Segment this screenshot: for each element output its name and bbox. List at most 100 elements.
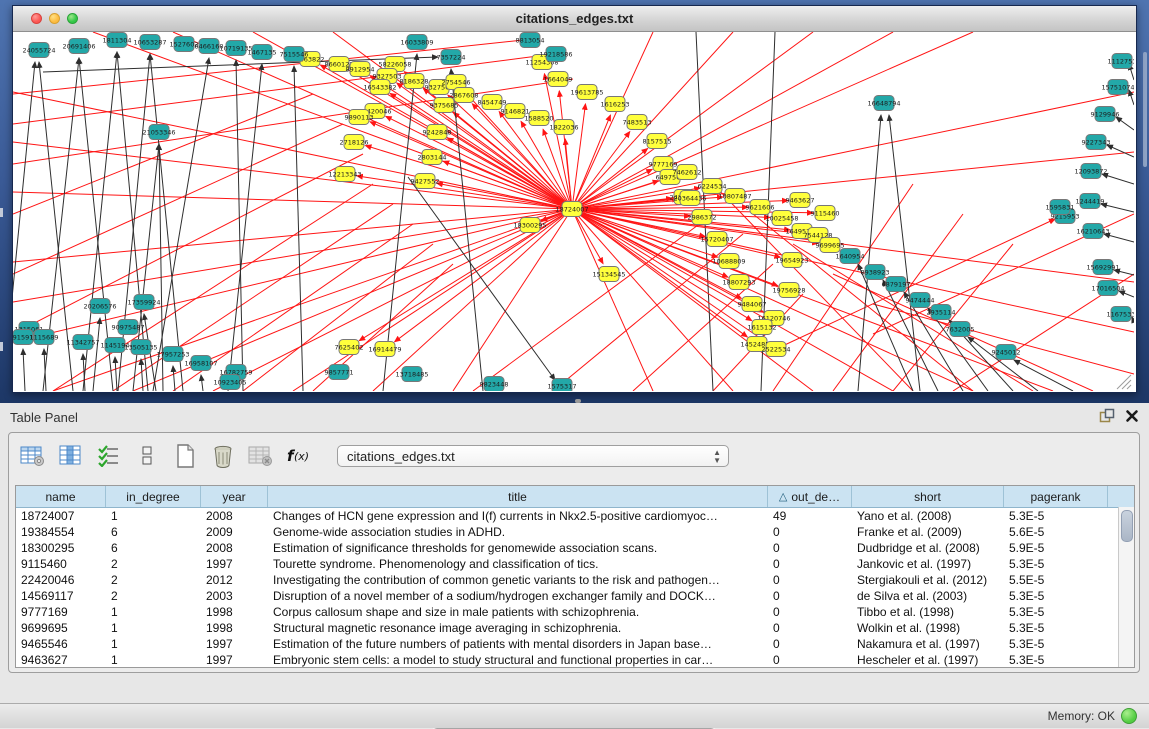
table-cell[interactable]: 6	[106, 540, 201, 556]
close-panel-icon[interactable]	[1125, 409, 1139, 428]
graph-node-teal[interactable]: 21053346	[142, 125, 175, 140]
table-cell[interactable]: Franke et al. (2009)	[852, 524, 1004, 540]
table-cell[interactable]: 0	[768, 556, 852, 572]
graph-node-teal[interactable]: 8938923	[861, 265, 890, 280]
table-cell[interactable]: Yano et al. (2008)	[852, 508, 1004, 524]
graph-node-teal[interactable]: 7515546	[280, 47, 309, 62]
table-cell[interactable]: 0	[768, 604, 852, 620]
graph-node-yellow[interactable]: 1664049	[544, 72, 573, 87]
table-cell[interactable]: 2008	[201, 540, 268, 556]
table-cell[interactable]: Corpus callosum shape and size in male p…	[268, 604, 768, 620]
table-cell[interactable]: 5.3E-5	[1004, 636, 1108, 652]
table-cell[interactable]: 0	[768, 636, 852, 652]
table-cell[interactable]: 0	[768, 540, 852, 556]
graph-node-teal[interactable]: 1595831	[1046, 200, 1075, 215]
table-cell[interactable]: Nakamura et al. (1997)	[852, 636, 1004, 652]
table-cell[interactable]: Structural magnetic resonance image aver…	[268, 620, 768, 636]
table-cell[interactable]: Disruption of a novel member of a sodium…	[268, 588, 768, 604]
show-columns-icon[interactable]	[57, 442, 85, 470]
table-cell[interactable]: 1998	[201, 620, 268, 636]
table-row[interactable]: 1872400712008Changes of HCN gene express…	[16, 508, 1134, 524]
table-cell[interactable]: 18724007	[16, 508, 106, 524]
table-cell[interactable]: 5.6E-5	[1004, 524, 1108, 540]
graph-node-teal[interactable]: 9474444	[906, 293, 935, 308]
graph-node-teal[interactable]: 15692991	[1086, 260, 1119, 275]
table-cell[interactable]: 0	[768, 572, 852, 588]
table-cell[interactable]: 1	[106, 604, 201, 620]
table-row[interactable]: 1456911722003Disruption of a novel membe…	[16, 588, 1134, 604]
table-cell[interactable]: Changes of HCN gene expression and I(f) …	[268, 508, 768, 524]
table-cell[interactable]: 2003	[201, 588, 268, 604]
graph-node-teal[interactable]: 11342757	[66, 335, 99, 350]
table-row[interactable]: 1938455462009Genome-wide association stu…	[16, 524, 1134, 540]
graph-node-yellow[interactable]: 2803144	[418, 150, 447, 165]
graph-node-teal[interactable]: 1115689	[30, 330, 59, 345]
new-document-icon[interactable]	[171, 442, 199, 470]
graph-node-yellow[interactable]: 9242848	[423, 125, 452, 140]
table-cell[interactable]: 1	[106, 508, 201, 524]
graph-node-yellow[interactable]: 7483513	[623, 115, 652, 130]
graph-node-teal[interactable]: 16648794	[867, 96, 900, 111]
table-cell[interactable]: 2009	[201, 524, 268, 540]
table-cell[interactable]: 0	[768, 652, 852, 668]
table-cell[interactable]: 1997	[201, 556, 268, 572]
table-cell[interactable]: 18300295	[16, 540, 106, 556]
graph-node-yellow[interactable]: 1615132	[748, 320, 777, 335]
graph-node-yellow[interactable]: 2718126	[340, 135, 369, 150]
graph-node-teal[interactable]: 1811304	[103, 33, 132, 48]
graph-node-yellow[interactable]: 6224534	[698, 179, 727, 194]
table-cell[interactable]: 5.3E-5	[1004, 508, 1108, 524]
graph-node-yellow[interactable]: 9375685	[430, 98, 459, 113]
column-header-in_degree[interactable]: in_degree	[106, 486, 201, 507]
table-row[interactable]: 946554611997Estimation of the future num…	[16, 636, 1134, 652]
table-cell[interactable]: Stergiakouli et al. (2012)	[852, 572, 1004, 588]
graph-node-teal[interactable]: 2935114	[927, 305, 956, 320]
graph-node-yellow[interactable]: 2522534	[762, 342, 791, 357]
table-cell[interactable]: 2	[106, 572, 201, 588]
table-cell[interactable]: 1997	[201, 636, 268, 652]
graph-node-teal[interactable]: 6879197	[882, 277, 911, 292]
graph-node-teal[interactable]: 15751074	[1101, 80, 1134, 95]
graph-node-teal[interactable]: 7357224	[437, 50, 466, 65]
node-table[interactable]: namein_degreeyeartitle△out_de…shortpager…	[15, 485, 1135, 668]
table-cell[interactable]: 5.3E-5	[1004, 556, 1108, 572]
table-cell[interactable]: 9115460	[16, 556, 106, 572]
table-cell[interactable]: Tourette syndrome. Phenomenology and cla…	[268, 556, 768, 572]
graph-node-teal[interactable]: 16033809	[400, 35, 433, 50]
float-panel-icon[interactable]	[1099, 408, 1115, 428]
table-row[interactable]: 2242004622012Investigating the contribut…	[16, 572, 1134, 588]
table-cell[interactable]: 9699695	[16, 620, 106, 636]
table-cell[interactable]: 5.3E-5	[1004, 588, 1108, 604]
table-cell[interactable]: 6	[106, 524, 201, 540]
table-cell[interactable]: 22420046	[16, 572, 106, 588]
graph-node-teal[interactable]: 16210643	[1076, 224, 1109, 239]
trash-icon[interactable]	[209, 442, 237, 470]
graph-node-yellow[interactable]: 10807487	[718, 189, 751, 204]
graph-node-teal[interactable]: 1640954	[836, 249, 865, 264]
table-scrollbar-thumb[interactable]	[1121, 510, 1133, 542]
table-cell[interactable]: 14569117	[16, 588, 106, 604]
graph-node-teal[interactable]: 20206576	[83, 299, 116, 314]
column-header-year[interactable]: year	[201, 486, 268, 507]
table-cell[interactable]: 1998	[201, 604, 268, 620]
table-cell[interactable]: 5.3E-5	[1004, 620, 1108, 636]
table-cell[interactable]: 1997	[201, 652, 268, 668]
graph-node-yellow[interactable]: 9890113	[345, 110, 374, 125]
network-canvas[interactable]: 1872400776638228660123891295458226058932…	[13, 32, 1134, 391]
table-cell[interactable]: 2008	[201, 508, 268, 524]
graph-node-teal[interactable]: 9823448	[480, 377, 509, 392]
table-scrollbar[interactable]	[1118, 507, 1134, 667]
cells-icon[interactable]	[133, 442, 161, 470]
graph-node-yellow[interactable]: 19613785	[570, 85, 603, 100]
graph-node-yellow[interactable]: 16914479	[368, 342, 401, 357]
graph-node-yellow[interactable]: 9621606	[746, 200, 775, 215]
table-cell[interactable]: 5.5E-5	[1004, 572, 1108, 588]
table-cell[interactable]: Investigating the contribution of common…	[268, 572, 768, 588]
table-row[interactable]: 911546021997Tourette syndrome. Phenomeno…	[16, 556, 1134, 572]
graph-node-yellow[interactable]: 9463627	[786, 193, 815, 208]
table-cell[interactable]: de Silva et al. (2003)	[852, 588, 1004, 604]
table-cell[interactable]: 9465546	[16, 636, 106, 652]
table-cell[interactable]: Tibbo et al. (1998)	[852, 604, 1004, 620]
table-cell[interactable]: Wolkin et al. (1998)	[852, 620, 1004, 636]
table-cell[interactable]: Hescheler et al. (1997)	[852, 652, 1004, 668]
